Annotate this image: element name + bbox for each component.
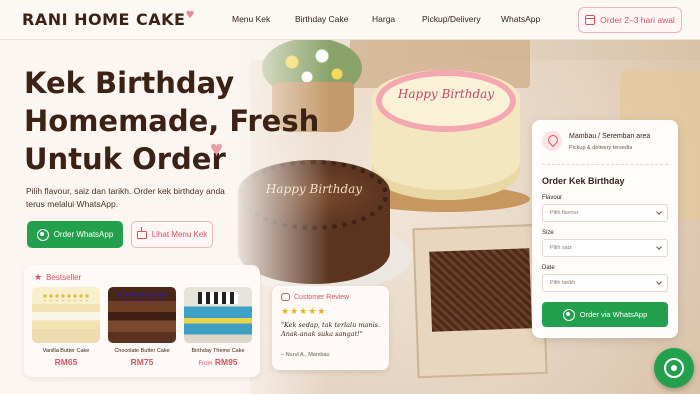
date-select-value: Pilih tarikh: [550, 280, 576, 286]
bestseller-heading: ★ Bestseller: [34, 272, 81, 283]
product-name: Birthday Theme Cake: [191, 348, 245, 354]
location-pin-icon: [542, 131, 562, 151]
heart-icon: ♥: [210, 136, 224, 161]
order-advance-button[interactable]: Order 2–3 hari awal: [578, 7, 682, 33]
review-quote: "Kek sedap, tak terlalu manis. Anak-anak…: [281, 321, 381, 338]
chevron-down-icon: [656, 209, 662, 215]
chevron-down-icon: [656, 244, 662, 250]
hero-title: Kek Birthday Homemade, Fresh Untuk Order: [24, 64, 324, 178]
brownie-box-image: [412, 223, 548, 379]
brand-logo[interactable]: RANI HOME CAKE♥: [22, 10, 195, 29]
calendar-icon: [585, 15, 596, 25]
order-panel-title: Order Kek Birthday: [542, 176, 625, 186]
order-advance-label: Order 2–3 hari awal: [600, 15, 675, 25]
product-image: [184, 287, 252, 343]
chevron-down-icon: [656, 279, 662, 285]
cake-icon: [136, 226, 147, 239]
star-icon: ★: [34, 272, 43, 282]
brand-name: RANI HOME CAKE: [22, 10, 186, 29]
nav-pickup-delivery[interactable]: Pickup/Delivery: [422, 14, 481, 24]
product-name: Chocolate Butter Cake: [114, 348, 170, 354]
hero-title-line-3: Untuk Order: [24, 142, 226, 176]
whatsapp-icon: [664, 358, 684, 378]
flavour-label: Flavour: [542, 195, 563, 201]
product-card-theme[interactable]: Birthday Theme Cake From RM95: [184, 287, 252, 367]
view-menu-label: Lihat Menu Kek: [151, 230, 208, 239]
heart-icon: ♥: [185, 10, 195, 21]
flavour-select[interactable]: Pilih flavour: [542, 204, 668, 222]
hero-title-line-1: Kek Birthday: [24, 66, 235, 100]
review-card: Customer Review ★★★★★ "Kek sedap, tak te…: [272, 286, 389, 370]
order-via-whatsapp-label: Order via WhatsApp: [579, 310, 648, 319]
vanilla-cake-image: Happy Birthday: [372, 70, 520, 200]
product-price-value: RM75: [130, 357, 154, 367]
hero-subtitle: Pilih flavour, saiz dan tarikh. Order ke…: [26, 186, 225, 209]
product-card-vanilla[interactable]: Vanilla Butter Cake RM65: [32, 287, 100, 367]
bestseller-card: ★ Bestseller Vanilla Butter Cake RM65 Ch…: [24, 265, 260, 377]
vanilla-cake-top: [376, 70, 516, 132]
size-label: Size: [542, 230, 554, 236]
chat-bubble-icon: [281, 293, 290, 301]
price-prefix: From: [198, 361, 213, 367]
product-price-value: RM95: [214, 357, 238, 367]
nav-menu-kek[interactable]: Menu Kek: [232, 14, 270, 24]
product-price-value: RM65: [54, 357, 78, 367]
date-label: Date: [542, 265, 555, 271]
flavour-select-value: Pilih flavour: [550, 210, 579, 216]
order-whatsapp-label: Order WhatsApp: [53, 230, 114, 239]
product-price: From RM95: [184, 357, 252, 367]
nav-harga[interactable]: Harga: [372, 14, 395, 24]
product-image: [32, 287, 100, 343]
review-heading: Customer Review: [281, 293, 349, 301]
location-title: Mambau / Seremban area: [569, 133, 651, 140]
order-panel: Mambau / Seremban area Pickup & delivery…: [532, 120, 678, 338]
rating-stars: ★★★★★: [281, 306, 327, 316]
review-title: Customer Review: [294, 293, 350, 301]
size-select-value: Pilih saiz: [550, 245, 572, 251]
divider: [542, 164, 668, 165]
product-card-chocolate[interactable]: Chocolate Butter Cake RM75: [108, 287, 176, 367]
bestseller-title: Bestseller: [46, 273, 82, 282]
whatsapp-icon: [36, 228, 49, 241]
vanilla-cake-lettering: Happy Birthday: [397, 87, 495, 101]
date-select[interactable]: Pilih tarikh: [542, 274, 668, 292]
nav-birthday-cake[interactable]: Birthday Cake: [295, 14, 348, 24]
hero-title-line-2: Homemade, Fresh: [24, 104, 320, 138]
size-select[interactable]: Pilih saiz: [542, 239, 668, 257]
product-price: RM75: [108, 357, 176, 367]
brownie: [429, 248, 532, 332]
view-menu-button[interactable]: Lihat Menu Kek: [131, 221, 213, 248]
review-author: – Nurul A., Mambau: [281, 352, 330, 358]
order-via-whatsapp-button[interactable]: Order via WhatsApp: [542, 302, 668, 327]
site-header: RANI HOME CAKE♥ Menu Kek Birthday Cake H…: [0, 0, 700, 40]
product-price: RM65: [32, 357, 100, 367]
product-name: Vanilla Butter Cake: [42, 348, 90, 354]
order-whatsapp-button[interactable]: Order WhatsApp: [27, 221, 123, 248]
whatsapp-icon: [562, 308, 575, 321]
nav-whatsapp[interactable]: WhatsApp: [501, 14, 540, 24]
product-image: [108, 287, 176, 343]
location-subtitle: Pickup & delivery tersedia: [569, 145, 633, 151]
whatsapp-floating-button[interactable]: [654, 348, 694, 388]
